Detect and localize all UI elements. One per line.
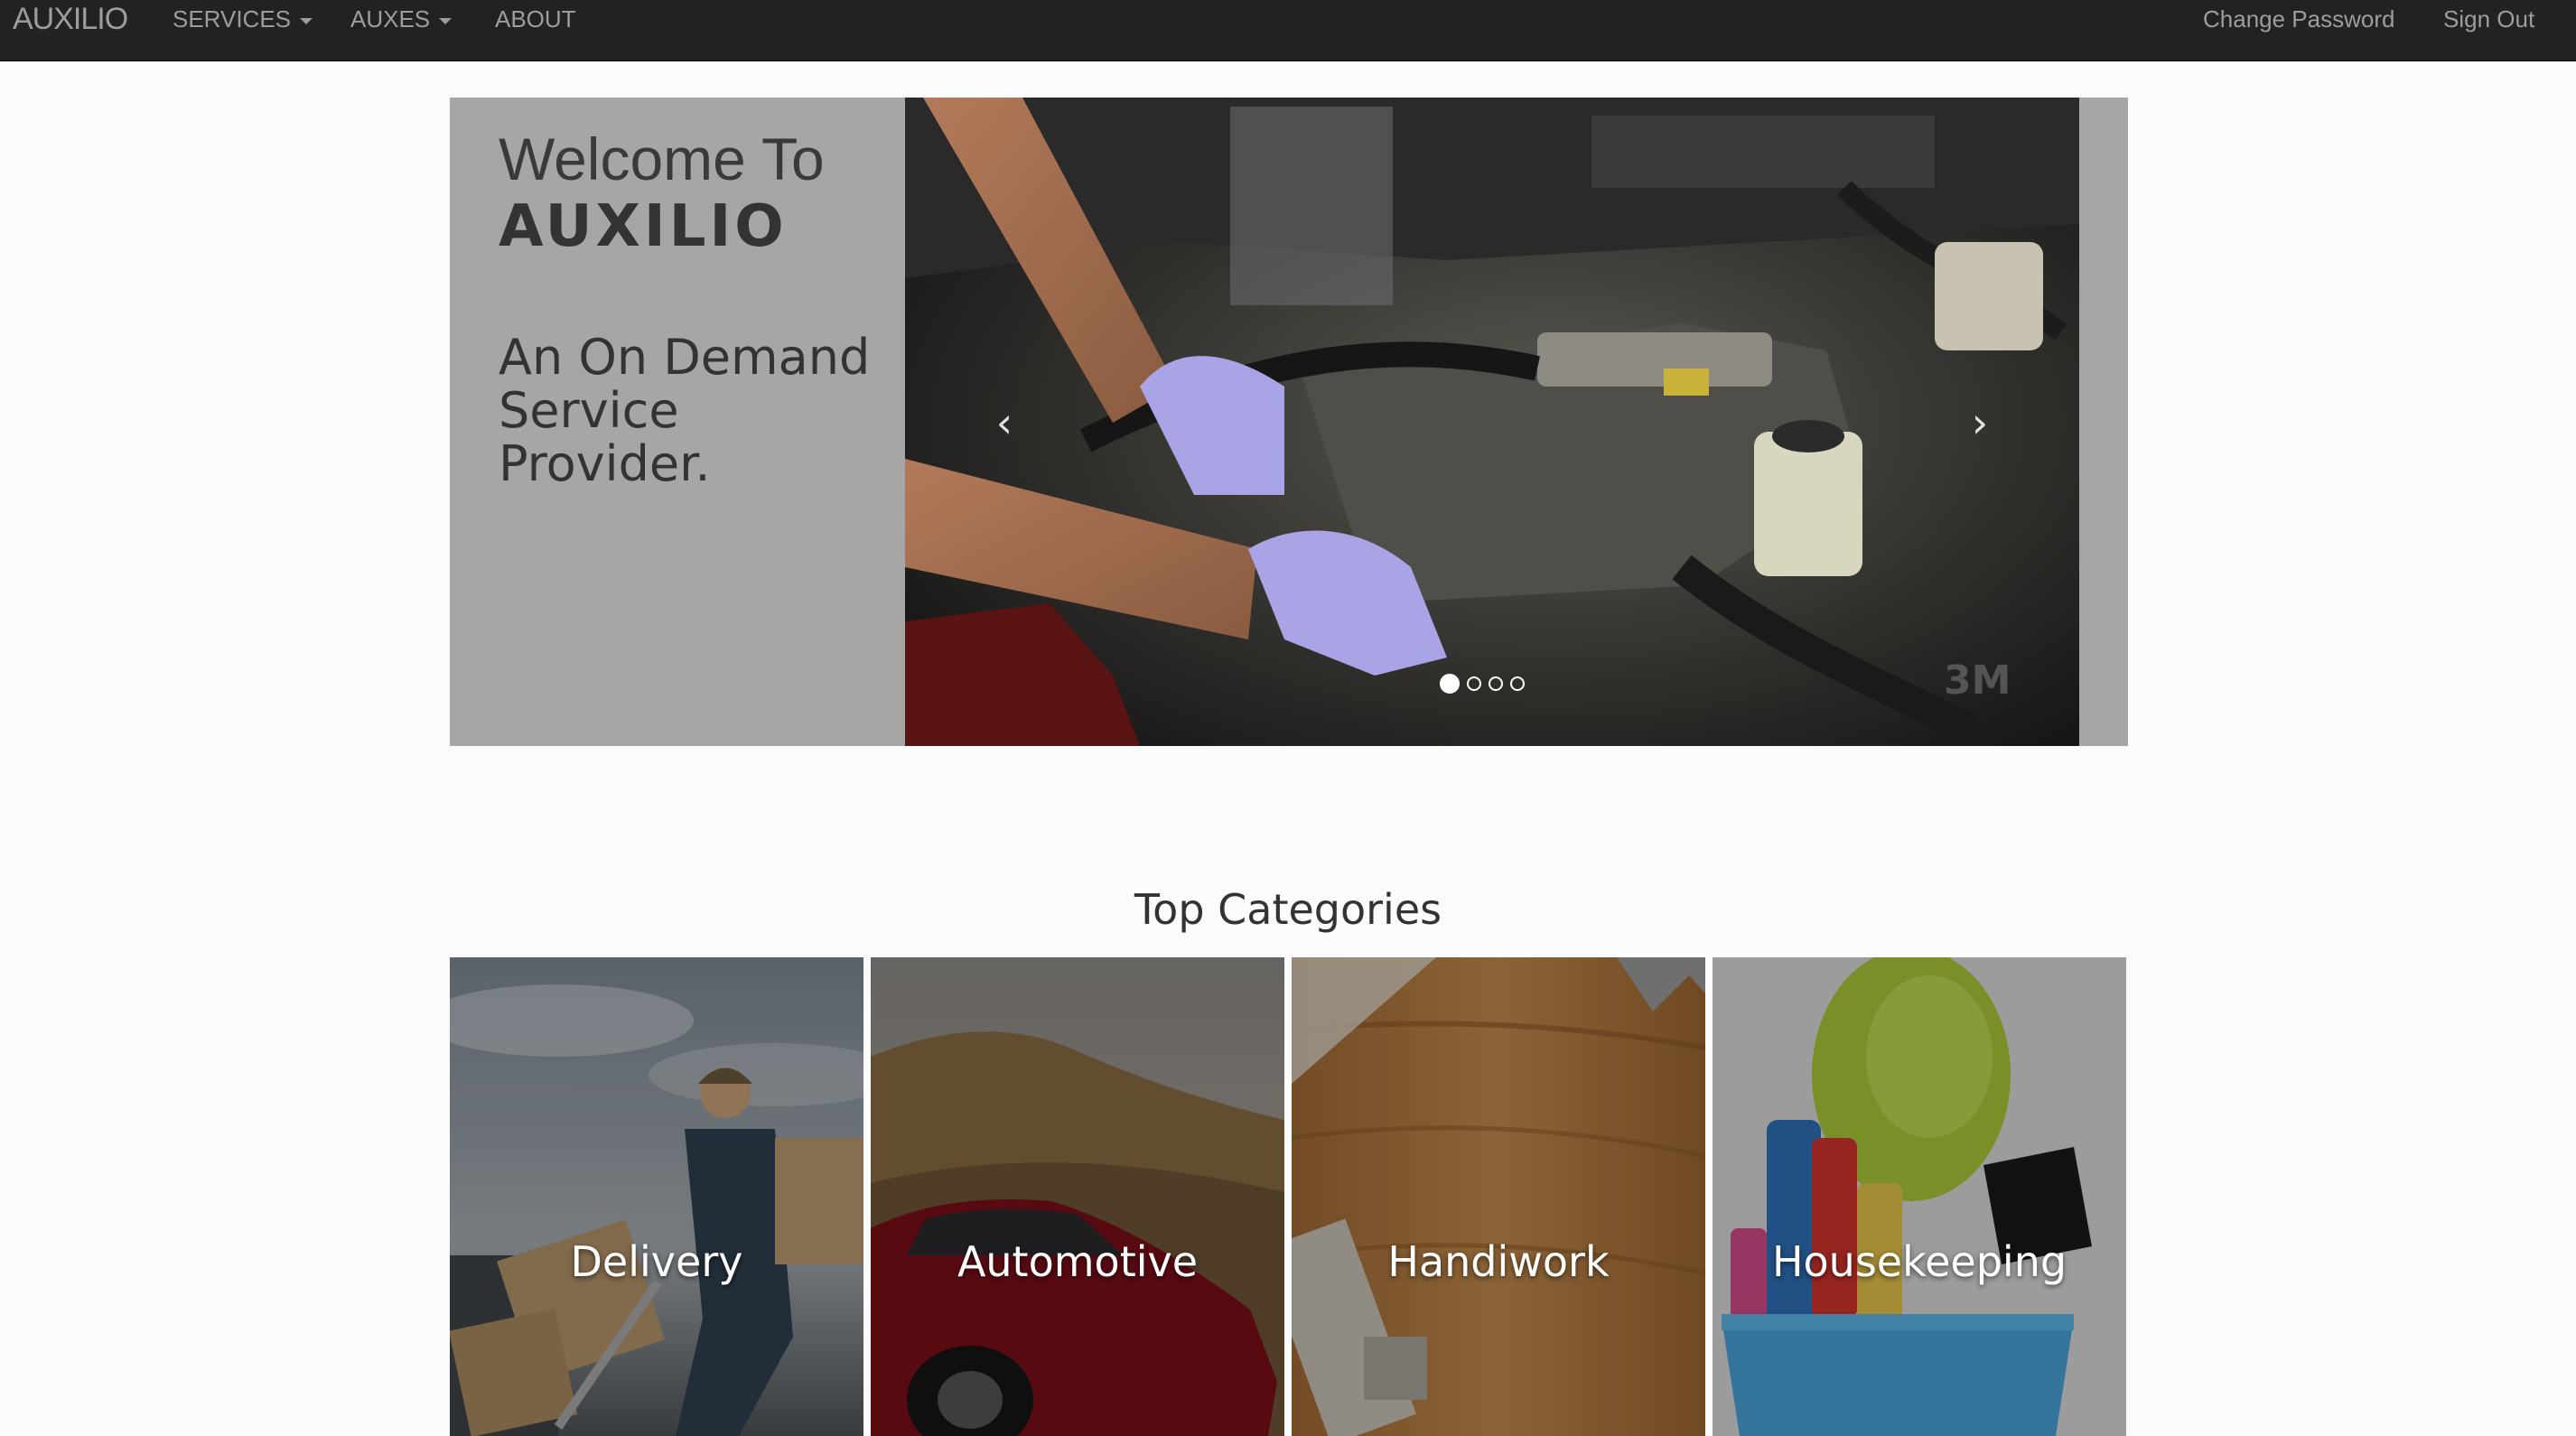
top-navbar: AUXILIO SERVICES AUXES ABOUT Change Pass…: [0, 0, 2576, 61]
category-tile-housekeeping[interactable]: Housekeeping: [1713, 957, 2126, 1436]
engine-bay-image: 3M: [905, 98, 2079, 746]
nav-about-link[interactable]: ABOUT: [495, 0, 576, 38]
category-tile-handiwork[interactable]: Handiwork: [1292, 957, 1705, 1436]
image-carousel[interactable]: 3M ‹ ›: [905, 98, 2079, 746]
hero-logo-text: AUXILIO: [499, 193, 788, 260]
nav-services-label: SERVICES: [173, 5, 292, 33]
housekeeping-image: [1713, 957, 2126, 1436]
caret-down-icon: [439, 17, 453, 24]
category-label-handiwork: Handiwork: [1387, 1237, 1610, 1286]
delivery-image: [450, 957, 863, 1436]
carousel-indicator-4[interactable]: [1510, 676, 1525, 691]
chevron-left-icon[interactable]: ‹: [977, 396, 1031, 450]
category-label-housekeeping: Housekeeping: [1771, 1237, 2067, 1286]
carousel-indicator-1[interactable]: [1440, 674, 1460, 694]
hero-banner: Welcome To AUXILIO An On Demand Service …: [450, 98, 2128, 746]
category-tile-automotive[interactable]: Automotive: [871, 957, 1284, 1436]
welcome-heading: Welcome To: [499, 126, 825, 192]
chevron-right-icon[interactable]: ›: [1953, 396, 2007, 450]
nav-services-dropdown[interactable]: SERVICES: [173, 0, 313, 38]
automotive-image: [871, 957, 1284, 1436]
sign-out-link[interactable]: Sign Out: [2443, 0, 2534, 38]
brand-logo-link[interactable]: AUXILIO: [13, 0, 128, 38]
nav-auxes-dropdown[interactable]: AUXES: [350, 0, 453, 38]
carousel-indicator-2[interactable]: [1467, 676, 1481, 691]
change-password-link[interactable]: Change Password: [2203, 0, 2394, 38]
caret-down-icon: [300, 17, 313, 24]
category-label-automotive: Automotive: [957, 1237, 1199, 1286]
category-tiles: Delivery Automotive Handiwork Housekeepi…: [450, 957, 2128, 1436]
handiwork-image: [1292, 957, 1705, 1436]
nav-auxes-label: AUXES: [350, 5, 431, 33]
carousel-indicator-3[interactable]: [1489, 676, 1503, 691]
category-tile-delivery[interactable]: Delivery: [450, 957, 863, 1436]
category-label-delivery: Delivery: [570, 1237, 743, 1286]
top-categories-heading: Top Categories: [1134, 885, 1442, 934]
carousel-watermark: 3M: [1944, 657, 2011, 704]
carousel-indicators: [1440, 670, 1525, 697]
hero-tagline: An On Demand Service Provider.: [499, 329, 871, 492]
